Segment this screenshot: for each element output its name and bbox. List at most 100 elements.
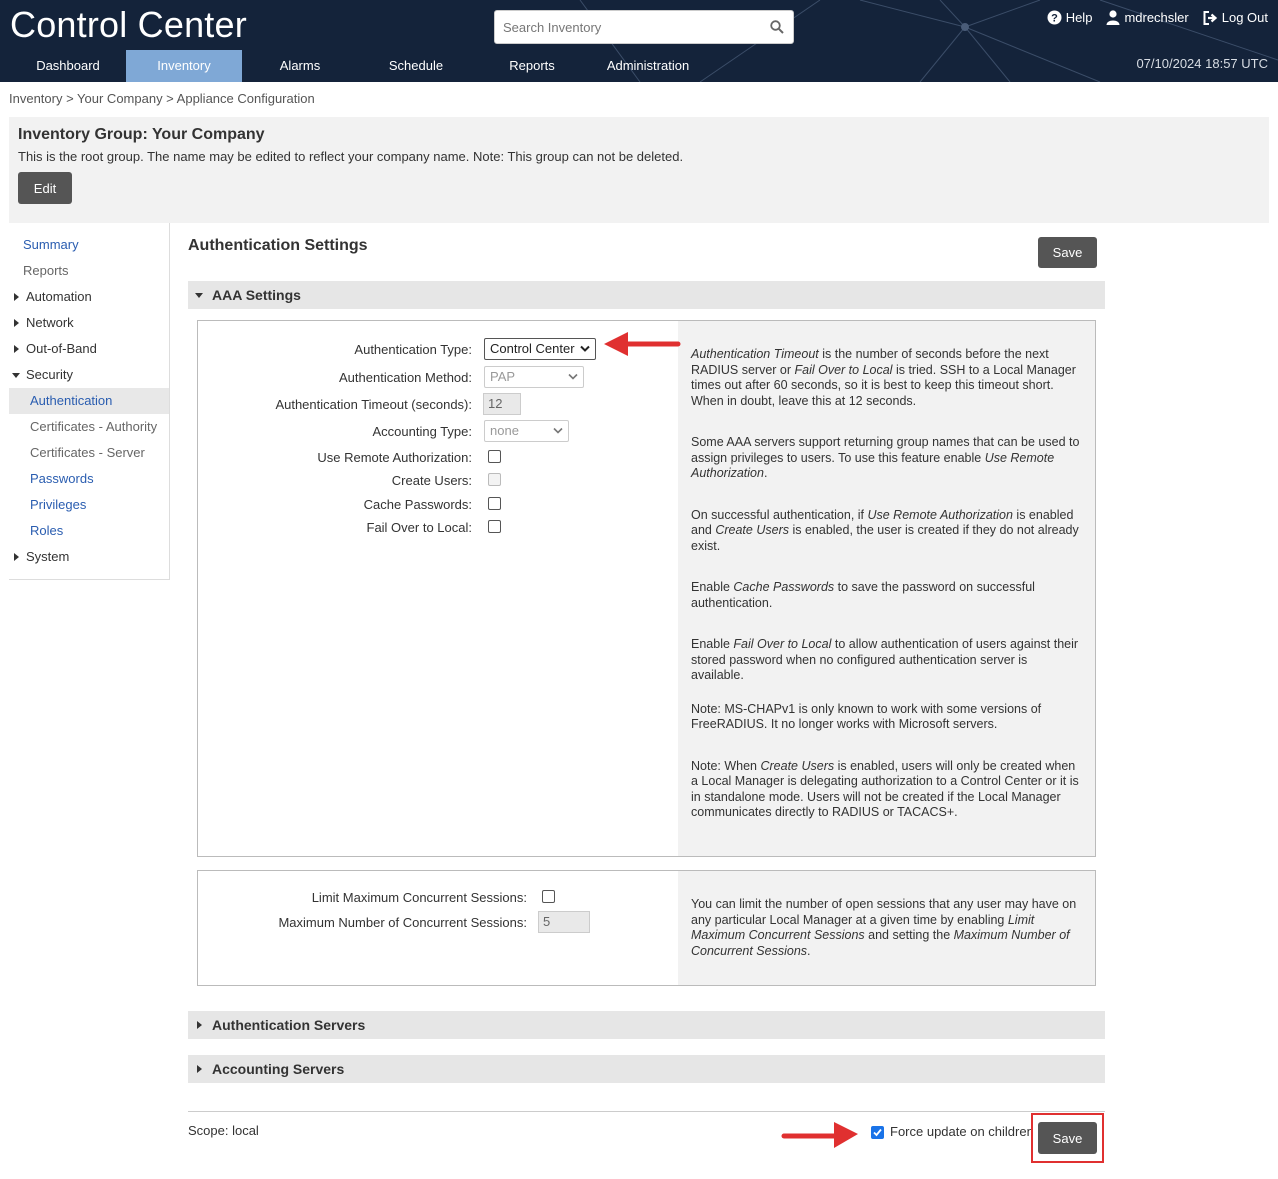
top-header: Control Center ? Help mdrechsler (0, 0, 1278, 82)
create-users-checkbox[interactable] (488, 473, 501, 486)
auth-timeout-input[interactable]: 12 (483, 393, 521, 415)
user-menu[interactable]: mdrechsler (1106, 10, 1189, 25)
limit-sessions-label: Limit Maximum Concurrent Sessions: (311, 890, 527, 905)
page-title: Authentication Settings (188, 237, 368, 254)
help-paragraph: Note: When Create Users is enabled, user… (691, 759, 1082, 821)
footer-divider (188, 1111, 1105, 1112)
cache-passwords-label: Cache Passwords: (363, 497, 472, 512)
tab-alarms[interactable]: Alarms (242, 50, 358, 82)
force-update-checkbox[interactable] (871, 1126, 884, 1139)
fail-over-checkbox[interactable] (488, 520, 501, 533)
aaa-settings-panel: Authentication Type: Control Center Auth… (197, 320, 1096, 857)
annotation-arrow-icon (604, 332, 681, 356)
save-button-top[interactable]: Save (1038, 237, 1097, 268)
search-input[interactable] (495, 11, 765, 43)
limit-sessions-checkbox[interactable] (542, 890, 555, 903)
create-users-label: Create Users: (391, 473, 472, 488)
help-text: Enable (691, 580, 734, 594)
breadcrumb: Inventory > Your Company > Appliance Con… (9, 91, 315, 106)
accounting-type-value: none (490, 423, 519, 438)
auth-timeout-label: Authentication Timeout (seconds): (275, 397, 472, 412)
fail-over-label: Fail Over to Local: (366, 520, 473, 535)
caret-down-icon (195, 293, 203, 298)
sidebar-item-label: System (26, 549, 70, 564)
help-emphasis: Fail Over to Local (733, 637, 832, 651)
caret-right-icon (14, 345, 19, 353)
sidebar-item-label: Network (26, 315, 74, 330)
accounting-type-label: Accounting Type: (372, 424, 473, 439)
section-label: Authentication Servers (212, 1017, 366, 1033)
help-paragraph: Authentication Timeout is the number of … (691, 347, 1082, 409)
help-text: . (763, 466, 768, 480)
help-paragraph: On successful authentication, if Use Rem… (691, 508, 1082, 555)
max-sessions-label: Maximum Number of Concurrent Sessions: (278, 915, 527, 930)
help-paragraph: Some AAA servers support returning group… (691, 435, 1082, 482)
caret-down-icon (12, 373, 20, 378)
sidebar-item-passwords[interactable]: Passwords (9, 466, 169, 492)
tab-administration[interactable]: Administration (590, 50, 706, 82)
section-accounting-servers[interactable]: Accounting Servers (188, 1055, 1105, 1083)
tab-inventory[interactable]: Inventory (126, 50, 242, 82)
sidebar-item-reports[interactable]: Reports (9, 258, 169, 284)
sessions-help-text: You can limit the number of open session… (678, 871, 1095, 985)
current-datetime: 07/10/2024 18:57 UTC (1136, 56, 1268, 71)
tab-dashboard[interactable]: Dashboard (10, 50, 126, 82)
search-icon[interactable] (770, 20, 784, 34)
cache-passwords-checkbox[interactable] (488, 497, 501, 510)
sidebar-item-privileges[interactable]: Privileges (9, 492, 169, 518)
sidebar-item-automation[interactable]: Automation (9, 284, 169, 310)
app-title: Control Center (10, 4, 247, 45)
chevron-down-icon (553, 427, 563, 434)
help-text: . (807, 943, 811, 958)
user-label: mdrechsler (1124, 10, 1189, 25)
group-banner: Inventory Group: Your Company This is th… (9, 117, 1269, 223)
svg-text:?: ? (1051, 13, 1058, 25)
sidebar-item-security[interactable]: Security (9, 362, 169, 388)
tab-reports[interactable]: Reports (474, 50, 590, 82)
search-box (494, 10, 794, 44)
edit-button[interactable]: Edit (18, 172, 72, 204)
help-text: and setting the (864, 928, 954, 942)
tab-schedule[interactable]: Schedule (358, 50, 474, 82)
use-remote-auth-checkbox[interactable] (488, 450, 501, 463)
section-aaa-settings[interactable]: AAA Settings (188, 281, 1105, 309)
sidebar-item-certificates-server[interactable]: Certificates - Server (9, 440, 169, 466)
sidebar-item-label: Out-of-Band (26, 341, 97, 356)
auth-method-value: PAP (490, 369, 516, 384)
auth-method-select[interactable]: PAP (484, 366, 584, 388)
help-link[interactable]: ? Help (1047, 10, 1093, 25)
sidebar-item-summary[interactable]: Summary (9, 232, 169, 258)
auth-type-select[interactable]: Control Center (484, 338, 596, 360)
logout-link[interactable]: Log Out (1203, 10, 1268, 25)
sidebar-item-roles[interactable]: Roles (9, 518, 169, 544)
user-icon (1106, 10, 1120, 25)
sidebar-item-label: Security (26, 367, 73, 382)
help-emphasis: Authentication Timeout (691, 347, 819, 361)
save-button-bottom[interactable]: Save (1038, 1122, 1097, 1154)
help-text: Enable (691, 637, 734, 651)
logout-icon (1203, 10, 1217, 25)
sidebar-item-certificates-authority[interactable]: Certificates - Authority (9, 414, 169, 440)
help-text: On successful authentication, if (691, 507, 868, 522)
auth-type-label: Authentication Type: (354, 342, 472, 357)
help-paragraph: Enable Fail Over to Local to allow authe… (691, 637, 1082, 684)
section-authentication-servers[interactable]: Authentication Servers (188, 1011, 1105, 1039)
sidebar-item-system[interactable]: System (9, 544, 169, 570)
help-paragraph: Enable Cache Passwords to save the passw… (691, 580, 1082, 611)
sidebar-item-out-of-band[interactable]: Out-of-Band (9, 336, 169, 362)
section-label: AAA Settings (212, 287, 301, 303)
sidebar-item-authentication[interactable]: Authentication (9, 388, 169, 414)
help-label: Help (1065, 10, 1093, 25)
sidebar-item-network[interactable]: Network (9, 310, 169, 336)
sessions-panel: Limit Maximum Concurrent Sessions: Maxim… (197, 870, 1096, 986)
chevron-down-icon (568, 373, 578, 380)
help-text: Note: When (691, 758, 761, 773)
help-paragraph: You can limit the number of open session… (691, 897, 1082, 959)
caret-right-icon (197, 1021, 202, 1029)
main-nav: Dashboard Inventory Alarms Schedule Repo… (10, 50, 706, 82)
group-description: This is the root group. The name may be … (18, 149, 684, 164)
max-sessions-input[interactable]: 5 (538, 911, 590, 933)
caret-right-icon (14, 293, 19, 301)
accounting-type-select[interactable]: none (484, 420, 569, 442)
logout-label: Log Out (1221, 10, 1268, 25)
